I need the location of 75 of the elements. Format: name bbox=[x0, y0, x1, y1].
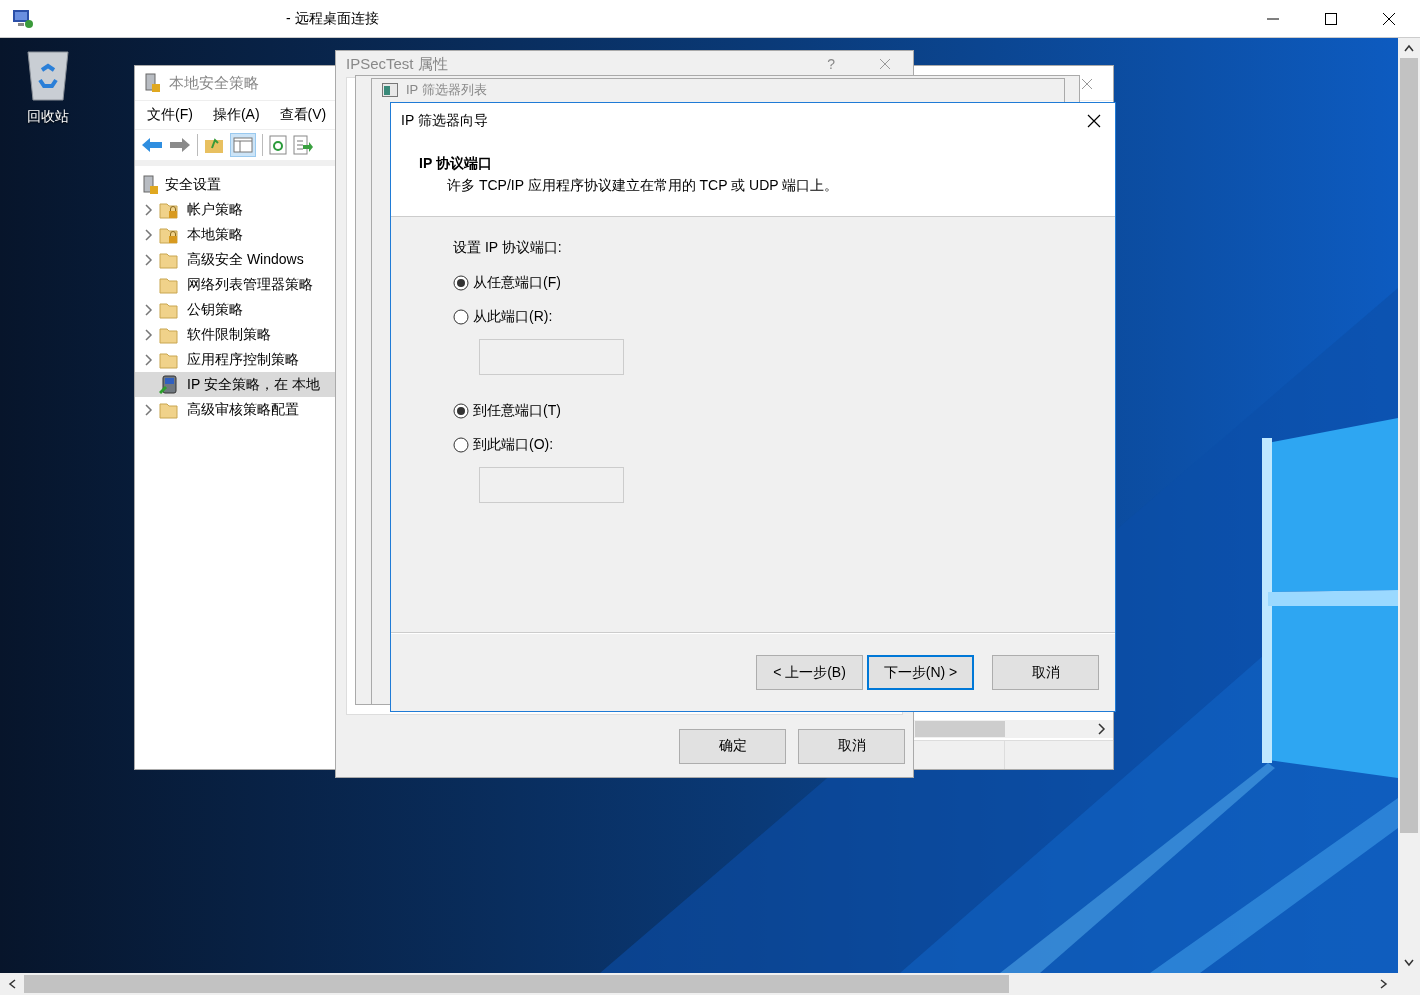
radio-option[interactable]: 从任意端口(F) bbox=[453, 273, 1115, 293]
chevron-icon[interactable] bbox=[145, 353, 153, 366]
radio-option[interactable]: 到此端口(O): bbox=[453, 435, 1115, 455]
window-title: IP 筛选器向导 bbox=[401, 112, 488, 130]
server-lock-icon bbox=[143, 174, 159, 195]
chevron-icon[interactable] bbox=[145, 303, 153, 316]
refresh-icon[interactable] bbox=[269, 135, 287, 155]
dialog-button[interactable]: 取消 bbox=[798, 728, 905, 764]
chevron-icon[interactable] bbox=[145, 228, 153, 241]
radio-button[interactable] bbox=[453, 309, 469, 325]
computer-icon bbox=[159, 374, 179, 395]
port-field[interactable] bbox=[479, 467, 624, 503]
chevron-icon[interactable] bbox=[145, 328, 153, 341]
chevron-icon[interactable] bbox=[145, 253, 153, 266]
back-arrow-icon[interactable] bbox=[141, 136, 163, 154]
console-tree-icon[interactable] bbox=[230, 133, 256, 157]
scroll-left-icon[interactable] bbox=[8, 979, 16, 989]
tree-item[interactable]: 网络列表管理器策略 bbox=[135, 272, 335, 297]
tree-item[interactable]: 帐户策略 bbox=[135, 197, 335, 222]
folder-icon bbox=[159, 250, 179, 269]
scrollbar-thumb[interactable] bbox=[24, 975, 1009, 993]
radio-button[interactable] bbox=[453, 403, 469, 419]
radio-option[interactable]: 从此端口(R): bbox=[453, 307, 1115, 327]
scroll-right-icon[interactable] bbox=[1097, 723, 1107, 735]
window-title: IPSecTest 属性 bbox=[346, 54, 449, 74]
menu-item[interactable]: 文件(F) bbox=[147, 106, 193, 124]
monitor-icon bbox=[12, 8, 34, 29]
tree-item[interactable]: 本地策略 bbox=[135, 222, 335, 247]
scrollbar-thumb[interactable] bbox=[915, 721, 1005, 737]
tree-item[interactable]: 高级安全 Windows bbox=[135, 247, 335, 272]
forward-arrow-icon[interactable] bbox=[169, 136, 191, 154]
wizard-button[interactable]: 取消 bbox=[992, 655, 1099, 690]
window-title: IP 筛选器列表 bbox=[406, 81, 487, 99]
folder-icon bbox=[159, 400, 179, 419]
close-icon[interactable] bbox=[1382, 11, 1396, 26]
icon-label[interactable]: 回收站 bbox=[27, 108, 69, 126]
close-icon[interactable] bbox=[1087, 114, 1101, 128]
folder-icon bbox=[159, 325, 179, 344]
export-list-icon[interactable] bbox=[293, 135, 313, 155]
server-lock-icon bbox=[145, 73, 161, 93]
wizard-button[interactable]: < 上一步(B) bbox=[756, 655, 863, 690]
tree-item[interactable]: 应用程序控制策略 bbox=[135, 347, 335, 372]
chevron-icon[interactable] bbox=[145, 203, 153, 216]
scroll-down-icon[interactable] bbox=[1404, 959, 1414, 967]
wizard-button[interactable]: 下一步(N) > bbox=[867, 655, 974, 690]
locked-folder-icon bbox=[159, 200, 179, 219]
menu-item[interactable]: 操作(A) bbox=[212, 106, 260, 124]
scrollbar-thumb[interactable] bbox=[1400, 58, 1418, 833]
tree-item[interactable]: IP 安全策略，在 本地 bbox=[135, 372, 335, 397]
tree-item[interactable]: 高级审核策略配置 bbox=[135, 397, 335, 422]
page-heading: IP 协议端口 bbox=[419, 155, 493, 173]
tree-item[interactable]: 软件限制策略 bbox=[135, 322, 335, 347]
dialog-button[interactable]: 确定 bbox=[679, 728, 786, 764]
page-description: 许多 TCP/IP 应用程序协议建立在常用的 TCP 或 UDP 端口上。 bbox=[447, 177, 840, 195]
port-field[interactable] bbox=[479, 339, 624, 375]
radio-option[interactable]: 到任意端口(T) bbox=[453, 401, 1115, 421]
locked-folder-icon bbox=[159, 225, 179, 244]
scroll-right-icon[interactable] bbox=[1380, 979, 1388, 989]
folder-icon bbox=[159, 350, 179, 369]
chevron-icon[interactable] bbox=[145, 403, 153, 416]
scroll-up-icon[interactable] bbox=[1404, 44, 1414, 52]
radio-button[interactable] bbox=[453, 437, 469, 453]
window-title: - 远程桌面连接 bbox=[286, 9, 379, 28]
tree-item[interactable]: 安全设置 bbox=[165, 175, 221, 194]
maximize-icon[interactable] bbox=[1324, 11, 1338, 26]
folder-icon bbox=[159, 275, 179, 294]
radio-button[interactable] bbox=[453, 275, 469, 291]
tree-item[interactable]: 公钥策略 bbox=[135, 297, 335, 322]
folder-up-icon[interactable] bbox=[204, 136, 224, 154]
prompt-label: 设置 IP 协议端口: bbox=[453, 239, 563, 257]
window-icon bbox=[382, 83, 398, 97]
recycle-bin-icon[interactable] bbox=[24, 48, 72, 102]
menu-item[interactable]: 查看(V) bbox=[279, 106, 327, 124]
folder-icon bbox=[159, 300, 179, 319]
window-title: 本地安全策略 bbox=[169, 73, 259, 93]
